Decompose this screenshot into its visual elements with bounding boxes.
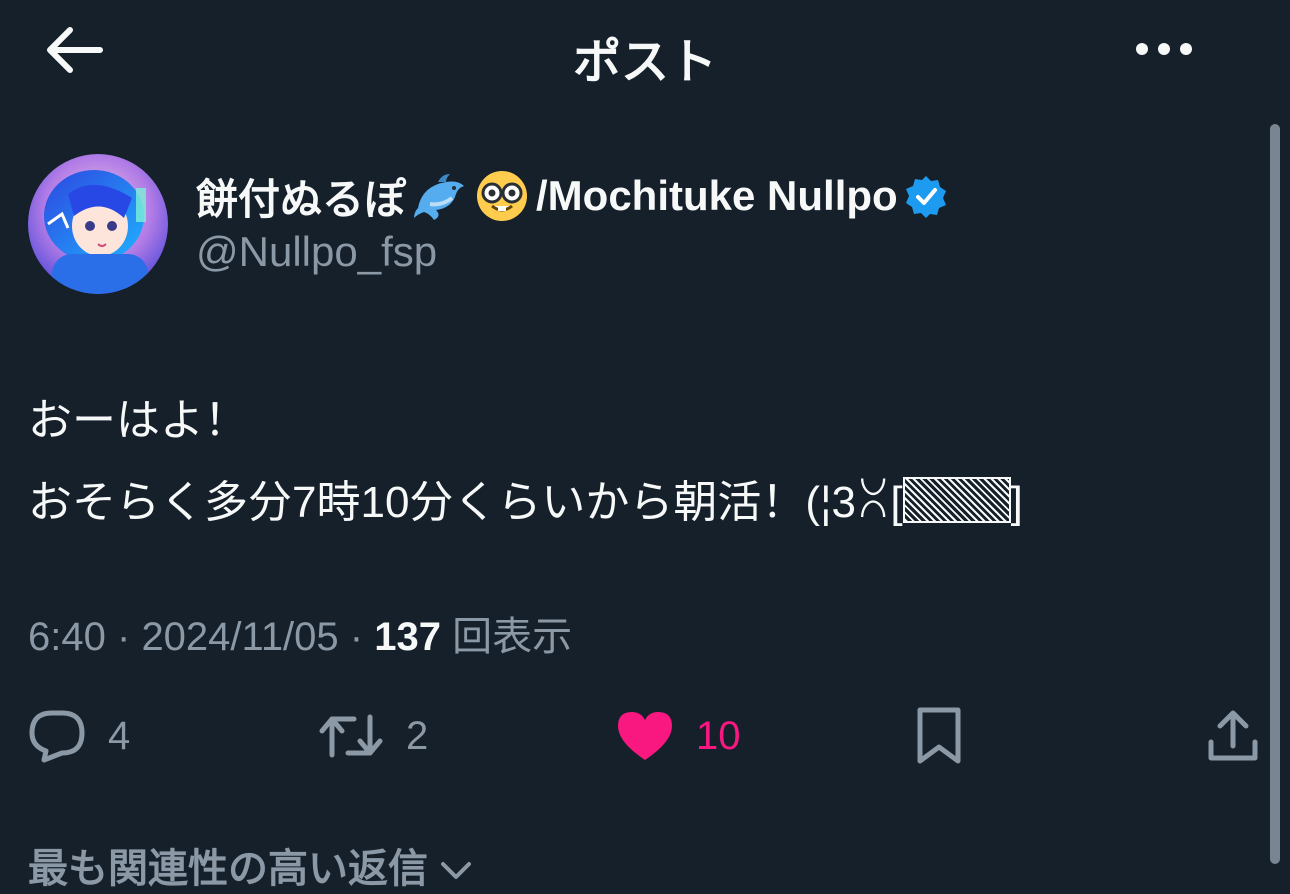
reply-icon — [29, 710, 85, 763]
share-icon — [1208, 710, 1258, 761]
chevron-down-icon — [441, 862, 472, 879]
tweet-time[interactable]: 6:40 — [28, 615, 106, 659]
shaded-block-glyph — [902, 477, 1011, 523]
tweet-line-2: おそらく多分7時10分くらいから朝活！(¦3ꇤ[] — [28, 462, 1258, 544]
top-bar: ポスト — [0, 0, 1290, 112]
meta-separator: · — [116, 615, 131, 659]
meta-separator: · — [349, 615, 364, 659]
author-display-name[interactable]: 餅付ぬるぽ /Mochituke Nullpo — [196, 166, 948, 226]
tweet-meta: 6:40 · 2024/11/05 · 137 回表示 — [28, 604, 572, 660]
view-label: 回表示 — [452, 615, 573, 659]
bookmark-button[interactable] — [914, 700, 964, 772]
avatar[interactable] — [28, 154, 168, 294]
tweet-line-2-text: おそらく多分7時10分くらいから朝活！(¦3ꇤ[ — [28, 478, 903, 527]
more-horizontal-icon — [1136, 43, 1192, 55]
more-options-button[interactable] — [1130, 36, 1198, 62]
like-button[interactable]: 10 — [616, 700, 741, 772]
author-handle[interactable]: @Nullpo_fsp — [196, 228, 437, 276]
scrollbar[interactable] — [1270, 124, 1280, 864]
view-count: 137 — [374, 615, 441, 659]
heart-filled-icon — [618, 712, 672, 760]
replies-sort-label: 最も関連性の高い返信 — [28, 847, 428, 891]
nerd-face-emoji — [477, 171, 528, 221]
tweet-line-2-end: ] — [1010, 478, 1023, 527]
tweet-date[interactable]: 2024/11/05 — [141, 615, 338, 659]
author-name-prefix: 餅付ぬるぽ — [196, 175, 407, 223]
tweet-line-1: おーはよ！ — [28, 396, 248, 445]
verified-badge-icon — [905, 176, 946, 218]
dolphin-emoji — [414, 174, 465, 220]
like-count: 10 — [696, 713, 741, 758]
tweet-text: おーはよ！ おそらく多分7時10分くらいから朝活！(¦3ꇤ[] — [28, 380, 1258, 544]
retweet-count: 2 — [406, 713, 429, 758]
retweet-button[interactable]: 2 — [318, 700, 428, 772]
retweet-icon — [319, 714, 383, 758]
reply-button[interactable]: 4 — [28, 700, 130, 772]
bookmark-icon — [917, 707, 961, 764]
author-name-suffix: /Mochituke Nullpo — [536, 172, 898, 219]
replies-sort-dropdown[interactable]: 最も関連性の高い返信 — [28, 836, 473, 894]
share-button[interactable] — [1206, 700, 1260, 772]
reply-count: 4 — [108, 713, 131, 758]
page-title: ポスト — [572, 36, 717, 89]
avatar-image — [28, 154, 168, 294]
